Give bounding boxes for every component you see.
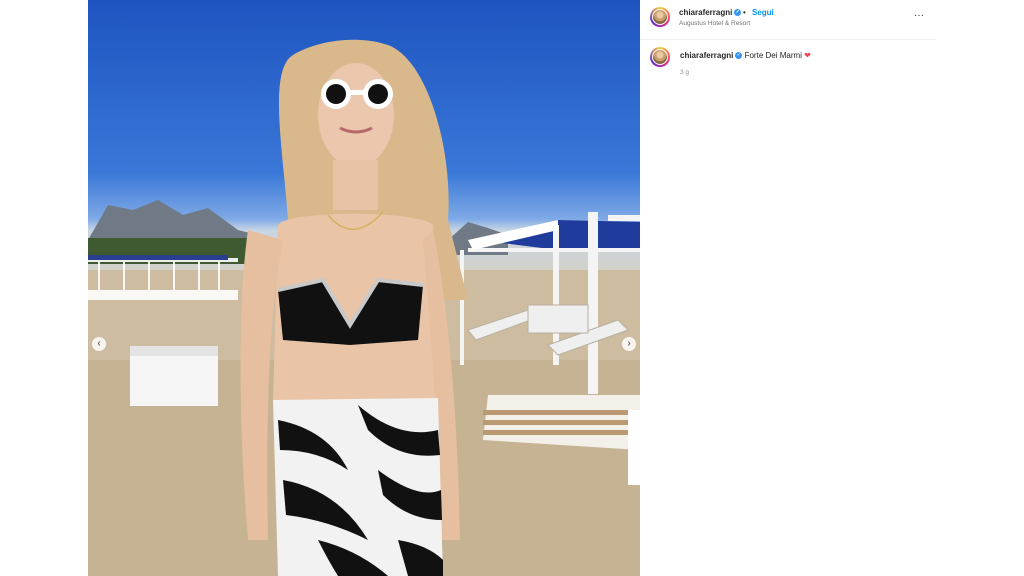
post-timestamp[interactable]: 3 g xyxy=(680,69,689,76)
username-link[interactable]: chiaraferragni xyxy=(679,8,732,17)
carousel-prev-button[interactable]: ‹ xyxy=(92,337,106,351)
verified-badge-icon: ✓ xyxy=(735,52,743,60)
avatar[interactable] xyxy=(650,7,670,27)
follow-button[interactable]: Segui xyxy=(752,8,774,17)
separator-dot: • xyxy=(743,8,746,17)
post-header: chiaraferragni ✓ • Segui Augustus Hotel &… xyxy=(640,0,936,40)
post-photo[interactable]: ‹ › xyxy=(88,0,640,576)
verified-badge-icon: ✓ xyxy=(734,9,742,17)
caption: chiaraferragni ✓ Forte Dei Marmi ❤ xyxy=(680,51,811,60)
carousel-next-button[interactable]: › xyxy=(622,337,636,351)
header-username[interactable]: chiaraferragni ✓ xyxy=(679,8,742,17)
beach-scene-image xyxy=(88,39,640,576)
caption-text: Forte Dei Marmi xyxy=(744,51,802,60)
location-link[interactable]: Augustus Hotel & Resort xyxy=(679,20,750,27)
more-options-icon[interactable]: ··· xyxy=(914,10,924,21)
caption-avatar[interactable] xyxy=(650,47,670,67)
heart-emoji-icon: ❤ xyxy=(804,51,811,60)
caption-username[interactable]: chiaraferragni xyxy=(680,51,733,60)
post-side-panel: chiaraferragni ✓ • Segui Augustus Hotel &… xyxy=(640,0,936,576)
